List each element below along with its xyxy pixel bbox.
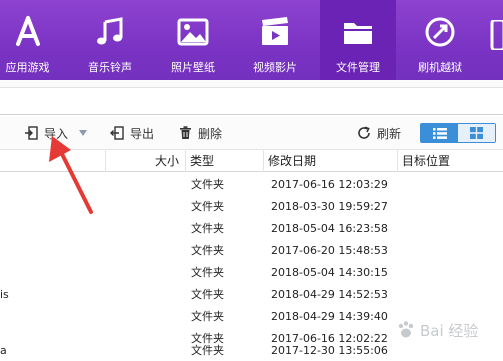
row-modified: 2018-05-04 16:23:58	[271, 222, 388, 235]
header-size-label: 大小	[154, 154, 179, 168]
header-type-label: 类型	[190, 154, 215, 168]
row-name: is	[0, 288, 9, 301]
delete-button[interactable]: 删除	[179, 124, 222, 142]
import-label: 导入	[44, 126, 69, 141]
header-type[interactable]: 类型	[186, 150, 264, 172]
row-type: 文件夹	[191, 266, 224, 279]
export-icon	[110, 126, 124, 140]
row-modified: 2017-12-30 13:55:06	[271, 344, 388, 357]
row-type: 文件夹	[191, 310, 224, 323]
export-button[interactable]: 导出	[110, 124, 154, 142]
delete-label: 删除	[198, 126, 223, 141]
flash-jailbreak-icon	[425, 17, 455, 47]
refresh-button[interactable]: 刷新	[357, 124, 401, 142]
nav-label-videos: 视频影片	[253, 61, 297, 74]
row-type: 文件夹	[191, 178, 224, 191]
view-toggle[interactable]	[420, 123, 496, 143]
table-row[interactable]: 文件夹 2018-03-30 19:59:27	[0, 196, 503, 218]
header-modified[interactable]: 修改日期	[264, 150, 398, 172]
header-target-label: 目标位置	[402, 154, 451, 168]
folder-icon	[344, 23, 372, 44]
row-name: a	[0, 344, 7, 357]
table-row[interactable]: 文件夹 2018-05-04 14:30:15	[0, 262, 503, 284]
list-view-button[interactable]	[421, 124, 458, 142]
nav-item-music[interactable]: 音乐铃声	[80, 0, 140, 80]
row-type: 文件夹	[191, 200, 224, 213]
refresh-icon	[358, 126, 370, 139]
nav-overflow	[488, 0, 503, 80]
watermark-text: Bai 经验	[420, 321, 479, 340]
partial-icon	[490, 20, 503, 50]
nav-item-flash[interactable]: 刷机越狱	[410, 0, 470, 80]
table-row[interactable]: is 文件夹 2018-04-29 14:52:53	[0, 284, 503, 306]
paw-logo-icon	[398, 321, 414, 338]
row-modified: 2018-04-29 14:52:53	[271, 288, 388, 301]
row-modified: 2018-04-29 14:39:40	[271, 310, 388, 323]
nav-label-files: 文件管理	[336, 61, 380, 74]
header-target[interactable]: 目标位置	[398, 150, 503, 172]
toolbar: 导入 导出 删除 刷新	[0, 116, 503, 150]
refresh-label: 刷新	[377, 126, 402, 141]
nav-label-apps: 应用游戏	[5, 61, 50, 74]
row-type: 文件夹	[191, 244, 224, 257]
table-row[interactable]: 文件夹 2018-05-04 16:23:58	[0, 218, 503, 240]
row-modified: 2017-06-16 12:03:29	[271, 178, 388, 191]
chevron-down-icon[interactable]	[78, 129, 88, 137]
nav-item-apps[interactable]: 应用游戏	[0, 0, 55, 80]
file-table-header: 大小 类型 修改日期 目标位置	[0, 150, 503, 172]
video-clapper-icon	[262, 17, 288, 45]
app-window: 应用游戏 音乐铃声 照片壁纸 视频影片 文件管理 刷机越狱 导入 导出 删除 刷…	[0, 0, 503, 361]
table-row[interactable]: 文件夹 2017-06-20 15:48:53	[0, 240, 503, 262]
table-row[interactable]: 文件夹 2017-06-16 12:03:29	[0, 174, 503, 196]
photo-icon	[177, 18, 209, 46]
path-bar[interactable]	[0, 89, 503, 115]
nav-label-flash: 刷机越狱	[418, 61, 462, 74]
list-view-icon	[432, 127, 447, 139]
nav-divider	[0, 80, 503, 88]
grid-view-button[interactable]	[458, 124, 495, 142]
row-modified: 2017-06-20 15:48:53	[271, 244, 388, 257]
import-icon	[25, 126, 38, 140]
trash-icon	[180, 126, 191, 139]
export-label: 导出	[130, 126, 155, 141]
row-type: 文件夹	[191, 222, 224, 235]
row-modified: 2018-03-30 19:59:27	[271, 200, 388, 213]
nav-label-photos: 照片壁纸	[171, 61, 215, 74]
top-nav: 应用游戏 音乐铃声 照片壁纸 视频影片 文件管理 刷机越狱	[0, 0, 503, 80]
nav-item-photos[interactable]: 照片壁纸	[163, 0, 223, 80]
music-note-icon	[97, 17, 123, 45]
import-button[interactable]: 导入	[24, 124, 94, 142]
app-store-icon	[15, 16, 40, 46]
nav-item-videos[interactable]: 视频影片	[245, 0, 305, 80]
nav-item-files[interactable]: 文件管理	[320, 0, 396, 80]
nav-label-music: 音乐铃声	[88, 61, 132, 74]
row-type: 文件夹	[191, 288, 224, 301]
row-type: 文件夹	[191, 344, 224, 357]
row-modified: 2018-05-04 14:30:15	[271, 266, 388, 279]
header-size[interactable]: 大小	[106, 150, 186, 172]
grid-view-icon	[470, 127, 483, 139]
header-name[interactable]	[0, 150, 106, 172]
watermark: Bai 经验	[396, 318, 496, 342]
table-row[interactable]: a 文件夹 2017-12-30 13:55:06	[0, 340, 503, 361]
header-modified-label: 修改日期	[268, 154, 317, 168]
